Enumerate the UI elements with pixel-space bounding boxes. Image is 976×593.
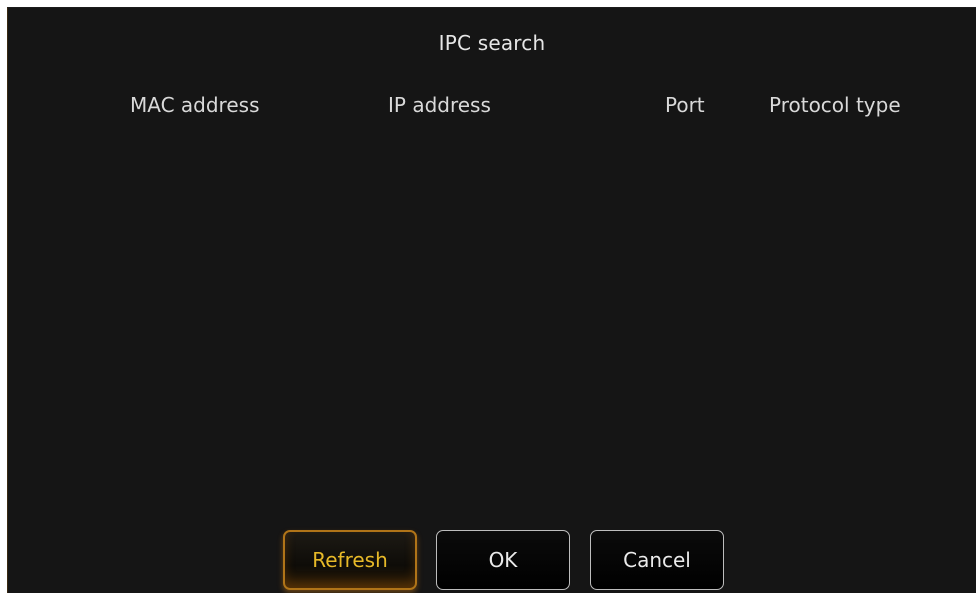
column-header-protocol-type: Protocol type (769, 93, 901, 117)
column-header-port: Port (665, 93, 705, 117)
column-header-ip-address: IP address (388, 93, 491, 117)
column-header-mac-address: MAC address (130, 93, 260, 117)
ok-button[interactable]: OK (436, 530, 570, 590)
ipc-search-dialog: IPC search MAC address IP address Port P… (7, 7, 976, 593)
dialog-title: IPC search (438, 31, 546, 55)
device-list[interactable] (8, 138, 976, 518)
refresh-button[interactable]: Refresh (283, 530, 417, 590)
cancel-button[interactable]: Cancel (590, 530, 724, 590)
